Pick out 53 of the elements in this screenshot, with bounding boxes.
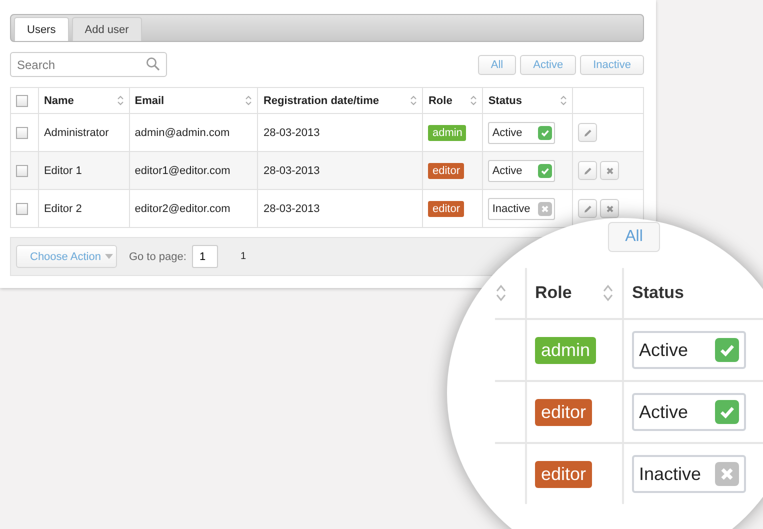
role-badge: editor	[535, 460, 592, 488]
table-cell: 28-03-2013	[263, 164, 320, 176]
page-link[interactable]: 1	[240, 251, 246, 262]
tab[interactable]: Add user	[72, 17, 142, 41]
sort-icon[interactable]	[410, 95, 418, 106]
role-badge: editor	[428, 162, 464, 178]
status-toggle[interactable]: Active	[488, 122, 556, 144]
sort-icon[interactable]	[470, 95, 478, 106]
table-cell: Editor 2	[44, 202, 82, 214]
table-cell: admin@admin.com	[134, 126, 230, 138]
role-badge: editor	[535, 398, 592, 426]
sort-icon[interactable]	[245, 95, 252, 106]
caret-icon	[104, 254, 113, 259]
sort-icon[interactable]	[116, 95, 124, 106]
edit-button[interactable]	[578, 161, 598, 180]
page-input[interactable]: 1	[192, 245, 218, 268]
pencil-icon	[582, 128, 593, 138]
column-header[interactable]: Status	[488, 94, 522, 106]
column-header: Role	[535, 283, 572, 303]
row-checkbox[interactable]	[16, 202, 28, 215]
edit-button[interactable]	[578, 199, 598, 218]
table-cell: Editor 1	[44, 164, 82, 176]
edit-button[interactable]	[578, 123, 598, 142]
go-to-page-label: Go to page:	[128, 250, 186, 262]
search-icon	[146, 57, 160, 71]
table-cell: editor1@editor.com	[134, 164, 230, 176]
sort-icon[interactable]	[560, 95, 568, 106]
role-badge: editor	[428, 200, 464, 216]
table-cell: Administrator	[44, 126, 109, 138]
delete-button[interactable]	[600, 161, 620, 180]
pencil-icon	[582, 166, 593, 176]
tab[interactable]: Users	[14, 17, 69, 41]
pencil-icon	[582, 204, 593, 214]
column-header[interactable]: Email	[134, 94, 164, 106]
table-cell: 28-03-2013	[263, 202, 320, 214]
table-cell: 28-03-2013	[263, 126, 320, 138]
column-header[interactable]: Name	[44, 94, 74, 106]
sort-icon	[602, 283, 614, 303]
search-field[interactable]: Search	[10, 52, 167, 77]
close-icon	[604, 166, 615, 176]
role-badge: admin	[428, 124, 466, 140]
status-toggle[interactable]: Inactive	[488, 198, 556, 220]
sort-icon	[495, 283, 507, 303]
column-header: Status	[632, 283, 684, 303]
close-icon	[604, 204, 615, 214]
select-all-checkbox[interactable]	[16, 94, 28, 107]
status-toggle[interactable]: Active	[488, 160, 556, 182]
role-badge: admin	[535, 336, 596, 364]
delete-button[interactable]	[600, 199, 620, 218]
column-header[interactable]: Role	[428, 94, 452, 106]
row-checkbox[interactable]	[16, 164, 28, 177]
row-checkbox[interactable]	[16, 126, 28, 139]
table-cell: editor2@editor.com	[134, 202, 230, 214]
